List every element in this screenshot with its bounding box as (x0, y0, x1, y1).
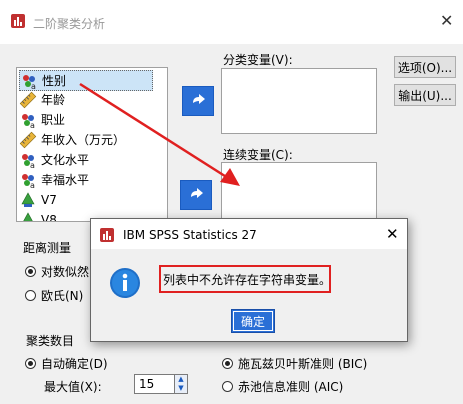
error-dialog: IBM SPSS Statistics 27 ✕ 列表中不允许存在字符串变量。 … (90, 218, 408, 342)
dialog-close-icon[interactable]: ✕ (386, 225, 399, 243)
spss-app-icon (99, 227, 115, 243)
ok-button[interactable]: 确定 (231, 309, 275, 333)
annotation-arrow (79, 82, 240, 186)
dialog-title: IBM SPSS Statistics 27 (123, 228, 257, 242)
info-icon (109, 267, 141, 299)
dialog-message: 列表中不允许存在字符串变量。 (163, 273, 332, 287)
